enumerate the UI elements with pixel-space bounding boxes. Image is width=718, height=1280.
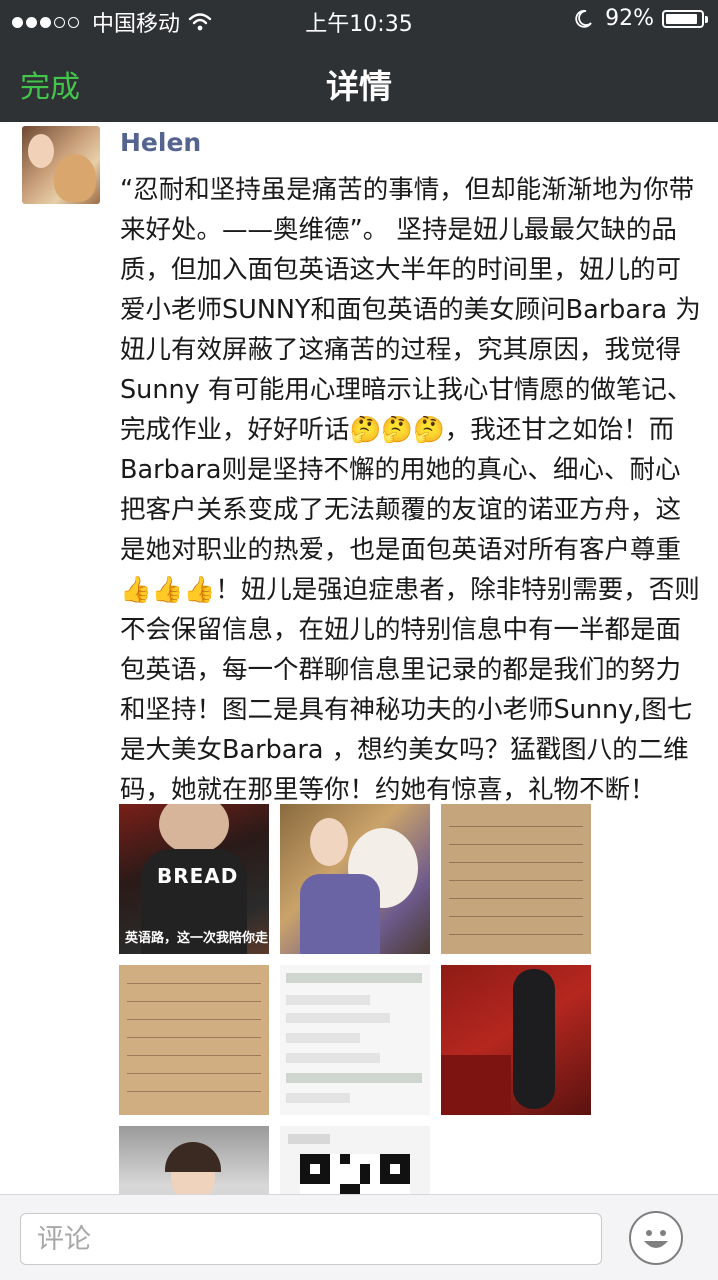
photo-3[interactable] (441, 804, 591, 954)
chat-row (286, 1073, 422, 1083)
handwriting-line (449, 934, 583, 935)
battery-percent: 92% (605, 6, 654, 31)
avatar-face (28, 134, 54, 168)
handwriting-line (449, 862, 583, 863)
handwriting-line (449, 916, 583, 917)
photo-1-caption: 英语路，这一次我陪你走 (125, 931, 269, 946)
handwriting-line (127, 1073, 261, 1074)
avatar-teddy-bear (54, 154, 96, 202)
photo-4[interactable] (119, 965, 269, 1115)
comment-input[interactable] (20, 1213, 602, 1265)
handwriting-line (127, 1037, 261, 1038)
handwriting-line (127, 1001, 261, 1002)
handwriting-line (127, 1055, 261, 1056)
photo-1-shirt-text: BREAD (157, 864, 239, 888)
photo-1[interactable]: BREAD 英语路，这一次我陪你走 (119, 804, 269, 954)
handwriting-line (449, 880, 583, 881)
chat-row (286, 1093, 350, 1103)
photo-2-face (310, 818, 348, 866)
moon-icon (575, 9, 592, 28)
photo-1-person (159, 804, 229, 854)
qr-code-icon (300, 1154, 410, 1194)
photo-6-person (513, 969, 555, 1109)
page-title: 详情 (326, 67, 392, 106)
emoji-button[interactable] (629, 1211, 683, 1265)
photo-5[interactable] (280, 965, 430, 1115)
chat-row (286, 995, 370, 1005)
status-right: 92% (573, 6, 708, 31)
photo-2[interactable] (280, 804, 430, 954)
photo-6[interactable] (441, 965, 591, 1115)
chat-row (286, 1053, 380, 1063)
chat-row (286, 973, 422, 983)
username[interactable]: Helen (120, 128, 201, 157)
photo-2-coat (300, 874, 380, 954)
photo-7[interactable] (119, 1126, 269, 1194)
photo-7-hair (165, 1142, 221, 1172)
chat-row (288, 1134, 330, 1144)
status-bar: 中国移动 上午10:35 92% (0, 0, 718, 40)
chat-row (286, 1033, 360, 1043)
smiley-icon (644, 1230, 668, 1248)
handwriting-line (127, 1019, 261, 1020)
handwriting-line (127, 983, 261, 984)
photo-8[interactable] (280, 1126, 430, 1194)
comment-bar (0, 1194, 718, 1280)
handwriting-line (449, 844, 583, 845)
post-text: “忍耐和坚持虽是痛苦的事情，但却能渐渐地为你带来好处。——奥维德”。 坚持是妞儿… (120, 175, 701, 805)
photo-6-sofa (441, 1055, 511, 1115)
battery-icon (662, 9, 708, 28)
battery-tip (705, 15, 708, 23)
moment-detail: Helen “忍耐和坚持虽是痛苦的事情，但却能渐渐地为你带来好处。——奥维德”。… (0, 122, 718, 1194)
battery-fill (666, 13, 698, 24)
avatar[interactable] (22, 126, 100, 204)
nav-bar: 完成 详情 (0, 40, 718, 122)
handwriting-line (449, 826, 583, 827)
handwriting-line (449, 898, 583, 899)
handwriting-line (127, 1091, 261, 1092)
chat-row (286, 1013, 390, 1023)
